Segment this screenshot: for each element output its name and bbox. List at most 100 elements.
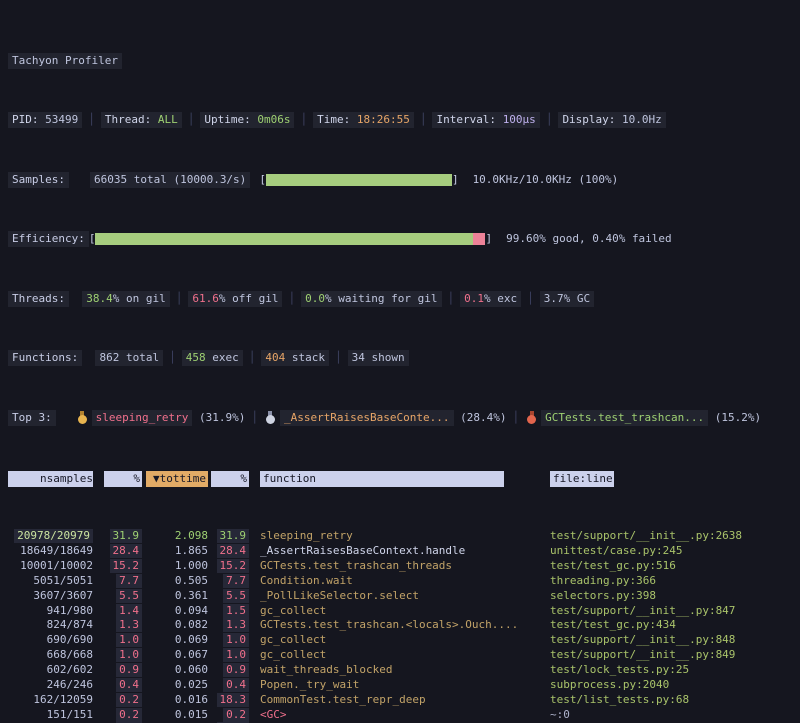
efficiency-bar-close-bracket: ] — [485, 232, 492, 246]
table-row: 162/12059 0.20.016 18.3CommonTest.test_rep… — [8, 692, 792, 707]
app-title: Tachyon Profiler — [8, 53, 122, 69]
functions-stat-value: 862 — [99, 351, 119, 364]
samples-bar-close-bracket: ] — [452, 173, 459, 187]
table-row: 668/6681.00.0671.0gc_collecttest/support… — [8, 648, 792, 663]
cell-function-name: gc_collect — [250, 604, 540, 618]
table-row: 824/8741.30.0821.3GCTests.test_trashcan.… — [8, 618, 792, 633]
cell-percent-direct: 0.2 — [100, 693, 144, 707]
info-value: 0m06s — [257, 113, 290, 126]
threads-line: Threads: 38.4% on gil│61.6% off gil│0.0%… — [8, 290, 792, 308]
info-chip-uptime: Uptime: 0m06s — [200, 112, 294, 128]
column-header-file-line[interactable]: file:line — [540, 471, 792, 487]
info-chip-interval: Interval: 100µs — [432, 112, 539, 128]
efficiency-label: Efficiency: — [8, 231, 89, 247]
top3-function-name: _AssertRaisesBaseConte... — [280, 410, 454, 426]
percent-cumulative-value: 28.4 — [217, 544, 250, 558]
info-label: PID: — [12, 113, 45, 126]
column-header-function[interactable]: function — [250, 471, 540, 487]
cell-percent-direct: 7.7 — [100, 574, 144, 588]
title-line: Tachyon Profiler — [8, 52, 792, 70]
percent-cumulative-value: 0.2 — [223, 708, 249, 722]
separator: │ — [507, 411, 526, 425]
threads-stat: 38.4% on gil — [82, 291, 169, 307]
separator: │ — [521, 292, 540, 306]
percent-direct-value: 31.9 — [110, 529, 143, 543]
separator: │ — [82, 113, 101, 127]
cell-tottime: 1.865 — [144, 544, 210, 558]
tottime-value: 0.505 — [175, 574, 208, 587]
table-row: 20978/2097931.92.09831.9sleeping_retryte… — [8, 529, 792, 544]
tottime-value: 0.067 — [175, 648, 208, 661]
cell-file-line: unittest/case.py:245 — [540, 544, 792, 558]
info-value: 10.0Hz — [622, 113, 662, 126]
column-header-tottime-sorted[interactable]: ▼tottime — [144, 471, 210, 487]
samples-rate: 10.0KHz/10.0KHz (100%) — [473, 173, 619, 187]
cell-percent-direct: 15.2 — [100, 559, 144, 573]
samples-line: Samples: 66035 total (10000.3/s) [ ] 10.… — [8, 171, 792, 189]
cell-function-name: GCTests.test_trashcan.<locals>.Ouch.... — [250, 618, 540, 632]
cell-file-line: test/support/__init__.py:2638 — [540, 529, 792, 543]
spacer — [69, 292, 82, 306]
functions-stat-text: shown — [365, 351, 405, 364]
tottime-value: 0.082 — [175, 618, 208, 631]
percent-cumulative-value: 18.3 — [217, 693, 250, 707]
nsamples-value: 162/12059 — [33, 693, 93, 706]
cell-percent-cumulative: 1.0 — [210, 648, 250, 662]
functions-stat: 404 stack — [261, 350, 329, 366]
gold-medal-icon — [78, 411, 87, 424]
cell-percent-cumulative: 0.4 — [210, 678, 250, 692]
cell-file-line: ~:0 — [540, 708, 792, 722]
tachyon-profiler-app: Tachyon Profiler PID: 53499│Thread: ALL│… — [0, 0, 800, 723]
separator: │ — [414, 113, 433, 127]
cell-tottime: 0.069 — [144, 633, 210, 647]
cell-nsamples: 941/980 — [8, 604, 100, 618]
samples-value: 66035 total (10000.3/s) — [90, 172, 250, 188]
table-row: 18649/1864928.41.86528.4_AssertRaisesBas… — [8, 544, 792, 559]
info-value: 100µs — [503, 113, 536, 126]
top-functions-line: Top 3: sleeping_retry (31.9%)│_AssertRai… — [8, 409, 792, 427]
cell-nsamples: 151/151 — [8, 708, 100, 722]
tottime-value: 0.060 — [175, 663, 208, 676]
top3-percent: (28.4%) — [454, 411, 507, 425]
percent-cumulative-value: 15.2 — [217, 559, 250, 573]
cell-nsamples: 3607/3607 — [8, 589, 100, 603]
cell-tottime: 0.025 — [144, 678, 210, 692]
cell-tottime: 1.000 — [144, 559, 210, 573]
cell-tottime: 0.060 — [144, 663, 210, 677]
functions-label: Functions: — [8, 350, 82, 366]
cell-tottime: 0.067 — [144, 648, 210, 662]
cell-nsamples: 246/246 — [8, 678, 100, 692]
tottime-value: 0.361 — [175, 589, 208, 602]
percent-direct-value: 0.4 — [116, 678, 142, 692]
functions-stat-text: stack — [285, 351, 325, 364]
separator: │ — [163, 351, 182, 365]
cell-tottime: 0.016 — [144, 693, 210, 707]
percent-cumulative-value: 1.0 — [223, 633, 249, 647]
cell-tottime: 0.015 — [144, 708, 210, 722]
top3-percent: (15.2%) — [708, 411, 761, 425]
column-header-percent-direct[interactable]: % — [100, 471, 144, 487]
column-header-nsamples[interactable]: nsamples — [8, 471, 100, 487]
column-header-percent-cumulative[interactable]: % — [210, 471, 250, 487]
cell-percent-direct: 1.3 — [100, 618, 144, 632]
cell-function-name: gc_collect — [250, 633, 540, 647]
functions-stat-text: exec — [206, 351, 239, 364]
info-value: 18:26:55 — [357, 113, 410, 126]
cell-percent-direct: 1.0 — [100, 648, 144, 662]
percent-direct-value: 1.0 — [116, 633, 142, 647]
efficiency-line: Efficiency: [ ] 99.60% good, 0.40% faile… — [8, 231, 792, 249]
info-chip-pid: PID: 53499 — [8, 112, 82, 128]
nsamples-value: 690/690 — [47, 633, 93, 646]
cell-function-name: CommonTest.test_repr_deep — [250, 693, 540, 707]
cell-file-line: test/list_tests.py:68 — [540, 693, 792, 707]
info-label: Display: — [562, 113, 622, 126]
nsamples-value: 151/151 — [47, 708, 93, 721]
cell-function-name: Popen._try_wait — [250, 678, 540, 692]
info-chip-thread: Thread: ALL — [101, 112, 182, 128]
percent-direct-value: 15.2 — [110, 559, 143, 573]
percent-direct-value: 28.4 — [110, 544, 143, 558]
table-row: 5051/50517.70.5057.7Condition.waitthread… — [8, 574, 792, 589]
percent-direct-value: 1.3 — [116, 618, 142, 632]
cell-tottime: 0.082 — [144, 618, 210, 632]
table-row: 602/6020.90.0600.9wait_threads_blockedte… — [8, 663, 792, 678]
